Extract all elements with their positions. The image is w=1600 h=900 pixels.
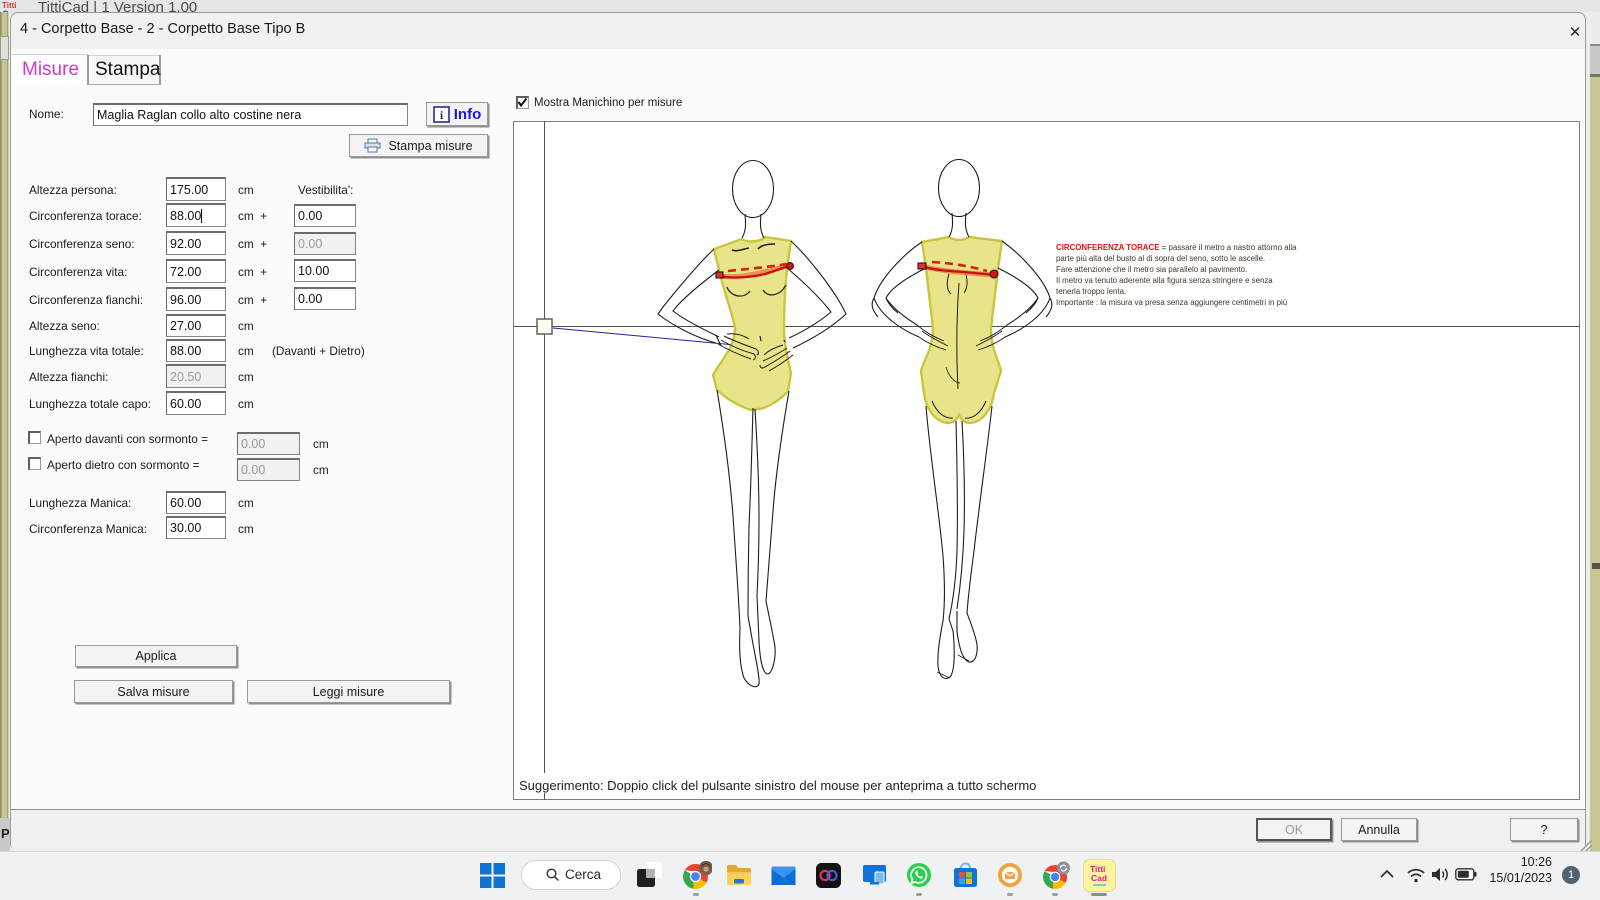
svg-text:Il metro va tenuto aderente al: Il metro va tenuto aderente alla figura … xyxy=(1056,276,1273,285)
svg-text:parte più alta del busto al di: parte più alta del busto al di sopra del… xyxy=(1056,254,1265,263)
svg-text:Fare attenzione che il metro s: Fare attenzione che il metro sia paralle… xyxy=(1056,265,1247,274)
svg-text:CIRCONFERENZA TORACE = passare: CIRCONFERENZA TORACE = passare il metro … xyxy=(1056,243,1297,252)
svg-text:Importante : la misura va pres: Importante : la misura va presa senza ag… xyxy=(1056,298,1287,307)
svg-text:tenerla troppo lenta.: tenerla troppo lenta. xyxy=(1056,287,1126,296)
